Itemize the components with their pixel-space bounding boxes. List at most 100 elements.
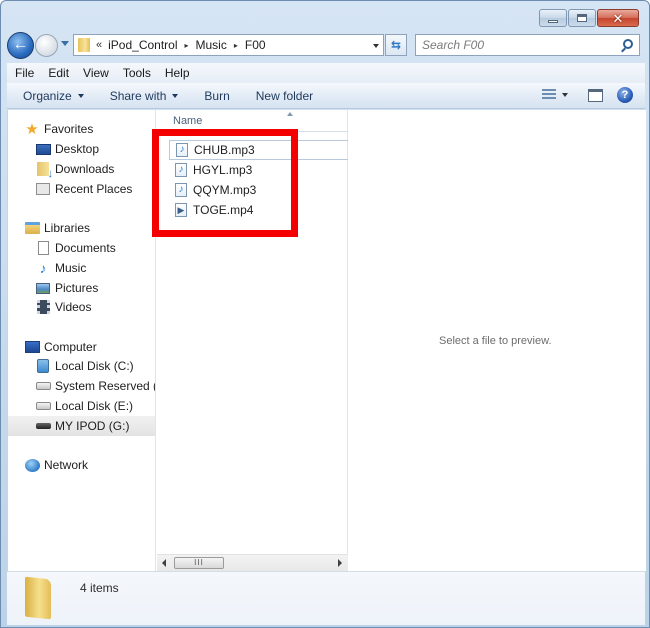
recent-places-icon	[35, 181, 51, 197]
documents-icon	[35, 240, 51, 256]
pictures-icon	[35, 280, 51, 296]
chevron-down-icon	[77, 93, 84, 98]
address-history-dropdown-icon[interactable]	[373, 44, 379, 48]
nav-computer[interactable]: Computer	[24, 337, 97, 357]
search-box[interactable]	[415, 34, 640, 56]
nav-desktop[interactable]: Desktop	[35, 139, 99, 159]
command-bar-right: ?	[542, 87, 633, 103]
scrollbar-thumb[interactable]: III	[174, 557, 224, 569]
nav-network[interactable]: Network	[24, 455, 88, 475]
forward-button[interactable]	[35, 34, 58, 57]
folder-icon	[25, 576, 51, 620]
refresh-button[interactable]: ⇆	[385, 34, 407, 56]
nav-downloads[interactable]: Downloads	[35, 159, 115, 180]
menu-file[interactable]: File	[15, 66, 34, 80]
menu-view[interactable]: View	[83, 66, 109, 80]
film-strip-icon	[35, 299, 51, 315]
nav-documents[interactable]: Documents	[35, 238, 116, 258]
maximize-icon	[577, 14, 587, 22]
search-input[interactable]	[422, 38, 612, 52]
help-icon[interactable]: ?	[617, 87, 633, 103]
new-folder-button[interactable]: New folder	[256, 89, 313, 103]
scroll-right-icon[interactable]	[338, 559, 342, 567]
nav-label: Local Disk (E:)	[55, 399, 134, 413]
preview-pane: Select a file to preview.	[349, 110, 646, 571]
details-pane: 4 items	[7, 571, 645, 625]
search-icon[interactable]	[623, 39, 633, 49]
music-note-icon: ♪	[39, 260, 47, 276]
menu-help[interactable]: Help	[165, 66, 190, 80]
column-header-label: Name	[173, 115, 203, 127]
nav-label: Computer	[44, 340, 97, 354]
nav-recent-places[interactable]: Recent Places	[35, 179, 132, 199]
nav-label: Libraries	[44, 221, 91, 235]
nav-my-ipod-g[interactable]: MY IPOD (G:)	[8, 416, 155, 436]
annotation-highlight-box	[152, 129, 298, 237]
close-icon: ✕	[612, 10, 624, 26]
menu-edit[interactable]: Edit	[48, 66, 69, 80]
nav-label: Recent Places	[55, 182, 133, 196]
breadcrumb-ipod-control[interactable]: iPod_Control	[108, 38, 177, 52]
nav-label: Documents	[55, 241, 116, 255]
sort-ascending-icon	[287, 112, 293, 116]
preview-pane-toggle-icon[interactable]	[588, 88, 603, 102]
main-area: ★ Favorites Desktop Downloads Recent Pla…	[7, 110, 646, 571]
nav-local-disk-e[interactable]: Local Disk (E:)	[35, 396, 133, 416]
menu-bar: File Edit View Tools Help	[7, 63, 645, 83]
nav-label: Downloads	[55, 162, 115, 176]
change-view-icon[interactable]	[542, 89, 556, 101]
removable-drive-icon	[35, 418, 51, 434]
folder-icon	[78, 38, 90, 52]
nav-label: MY IPOD (G:)	[55, 419, 130, 433]
nav-label: Local Disk (C:)	[55, 359, 134, 373]
refresh-icon: ⇆	[390, 38, 402, 52]
nav-label: Desktop	[55, 142, 100, 156]
back-button[interactable]: ←	[7, 32, 34, 59]
command-bar: Organize Share with Burn New folder ?	[7, 83, 645, 109]
nav-favorites[interactable]: ★ Favorites	[24, 119, 93, 139]
share-with-button[interactable]: Share with	[110, 89, 179, 103]
window-caption-buttons: ✕	[539, 9, 639, 27]
organize-button[interactable]: Organize	[23, 89, 84, 103]
horizontal-scrollbar[interactable]: III	[157, 554, 348, 571]
nav-label: Videos	[55, 300, 92, 314]
preview-message: Select a file to preview.	[439, 335, 552, 347]
system-drive-icon	[35, 358, 51, 374]
explorer-window: ✕ ← « iPod_Control ▸ Music ▸ F00 ⇆ File …	[0, 0, 650, 628]
breadcrumb-overflow[interactable]: «	[96, 39, 102, 51]
maximize-button[interactable]	[568, 9, 596, 27]
star-icon: ★	[25, 120, 39, 138]
menu-tools[interactable]: Tools	[123, 66, 151, 80]
breadcrumb-separator-icon[interactable]: ▸	[185, 41, 189, 50]
nav-libraries[interactable]: Libraries	[24, 218, 90, 238]
back-arrow-icon: ←	[12, 35, 29, 53]
nav-system-reserved-d[interactable]: System Reserved (D:	[35, 376, 155, 396]
nav-label: Favorites	[44, 122, 94, 136]
nav-local-disk-c[interactable]: Local Disk (C:)	[35, 356, 134, 376]
nav-label: Pictures	[55, 281, 99, 295]
nav-pictures[interactable]: Pictures	[35, 278, 98, 298]
breadcrumb-music[interactable]: Music	[196, 38, 227, 52]
hard-drive-icon	[35, 398, 51, 414]
navigation-pane[interactable]: ★ Favorites Desktop Downloads Recent Pla…	[8, 110, 156, 571]
burn-button[interactable]: Burn	[204, 89, 229, 103]
recent-pages-dropdown[interactable]	[61, 41, 69, 46]
chevron-down-icon	[172, 93, 179, 98]
view-options-dropdown-icon[interactable]	[562, 93, 568, 97]
address-bar[interactable]: « iPod_Control ▸ Music ▸ F00	[73, 34, 384, 56]
nav-music[interactable]: ♪ Music	[35, 258, 87, 278]
breadcrumb-separator-icon[interactable]: ▸	[234, 41, 238, 50]
share-with-label: Share with	[109, 88, 167, 103]
hard-drive-icon	[35, 378, 51, 394]
nav-videos[interactable]: Videos	[35, 297, 91, 317]
nav-label: Network	[44, 458, 89, 472]
breadcrumb-f00[interactable]: F00	[245, 38, 266, 52]
libraries-icon	[24, 220, 40, 236]
scroll-left-icon[interactable]	[162, 559, 166, 567]
minimize-button[interactable]	[539, 9, 567, 27]
close-button[interactable]: ✕	[597, 9, 639, 27]
item-count: 4 items	[80, 581, 119, 595]
desktop-icon	[35, 141, 51, 157]
organize-label: Organize	[23, 88, 72, 103]
minimize-icon	[548, 19, 558, 23]
